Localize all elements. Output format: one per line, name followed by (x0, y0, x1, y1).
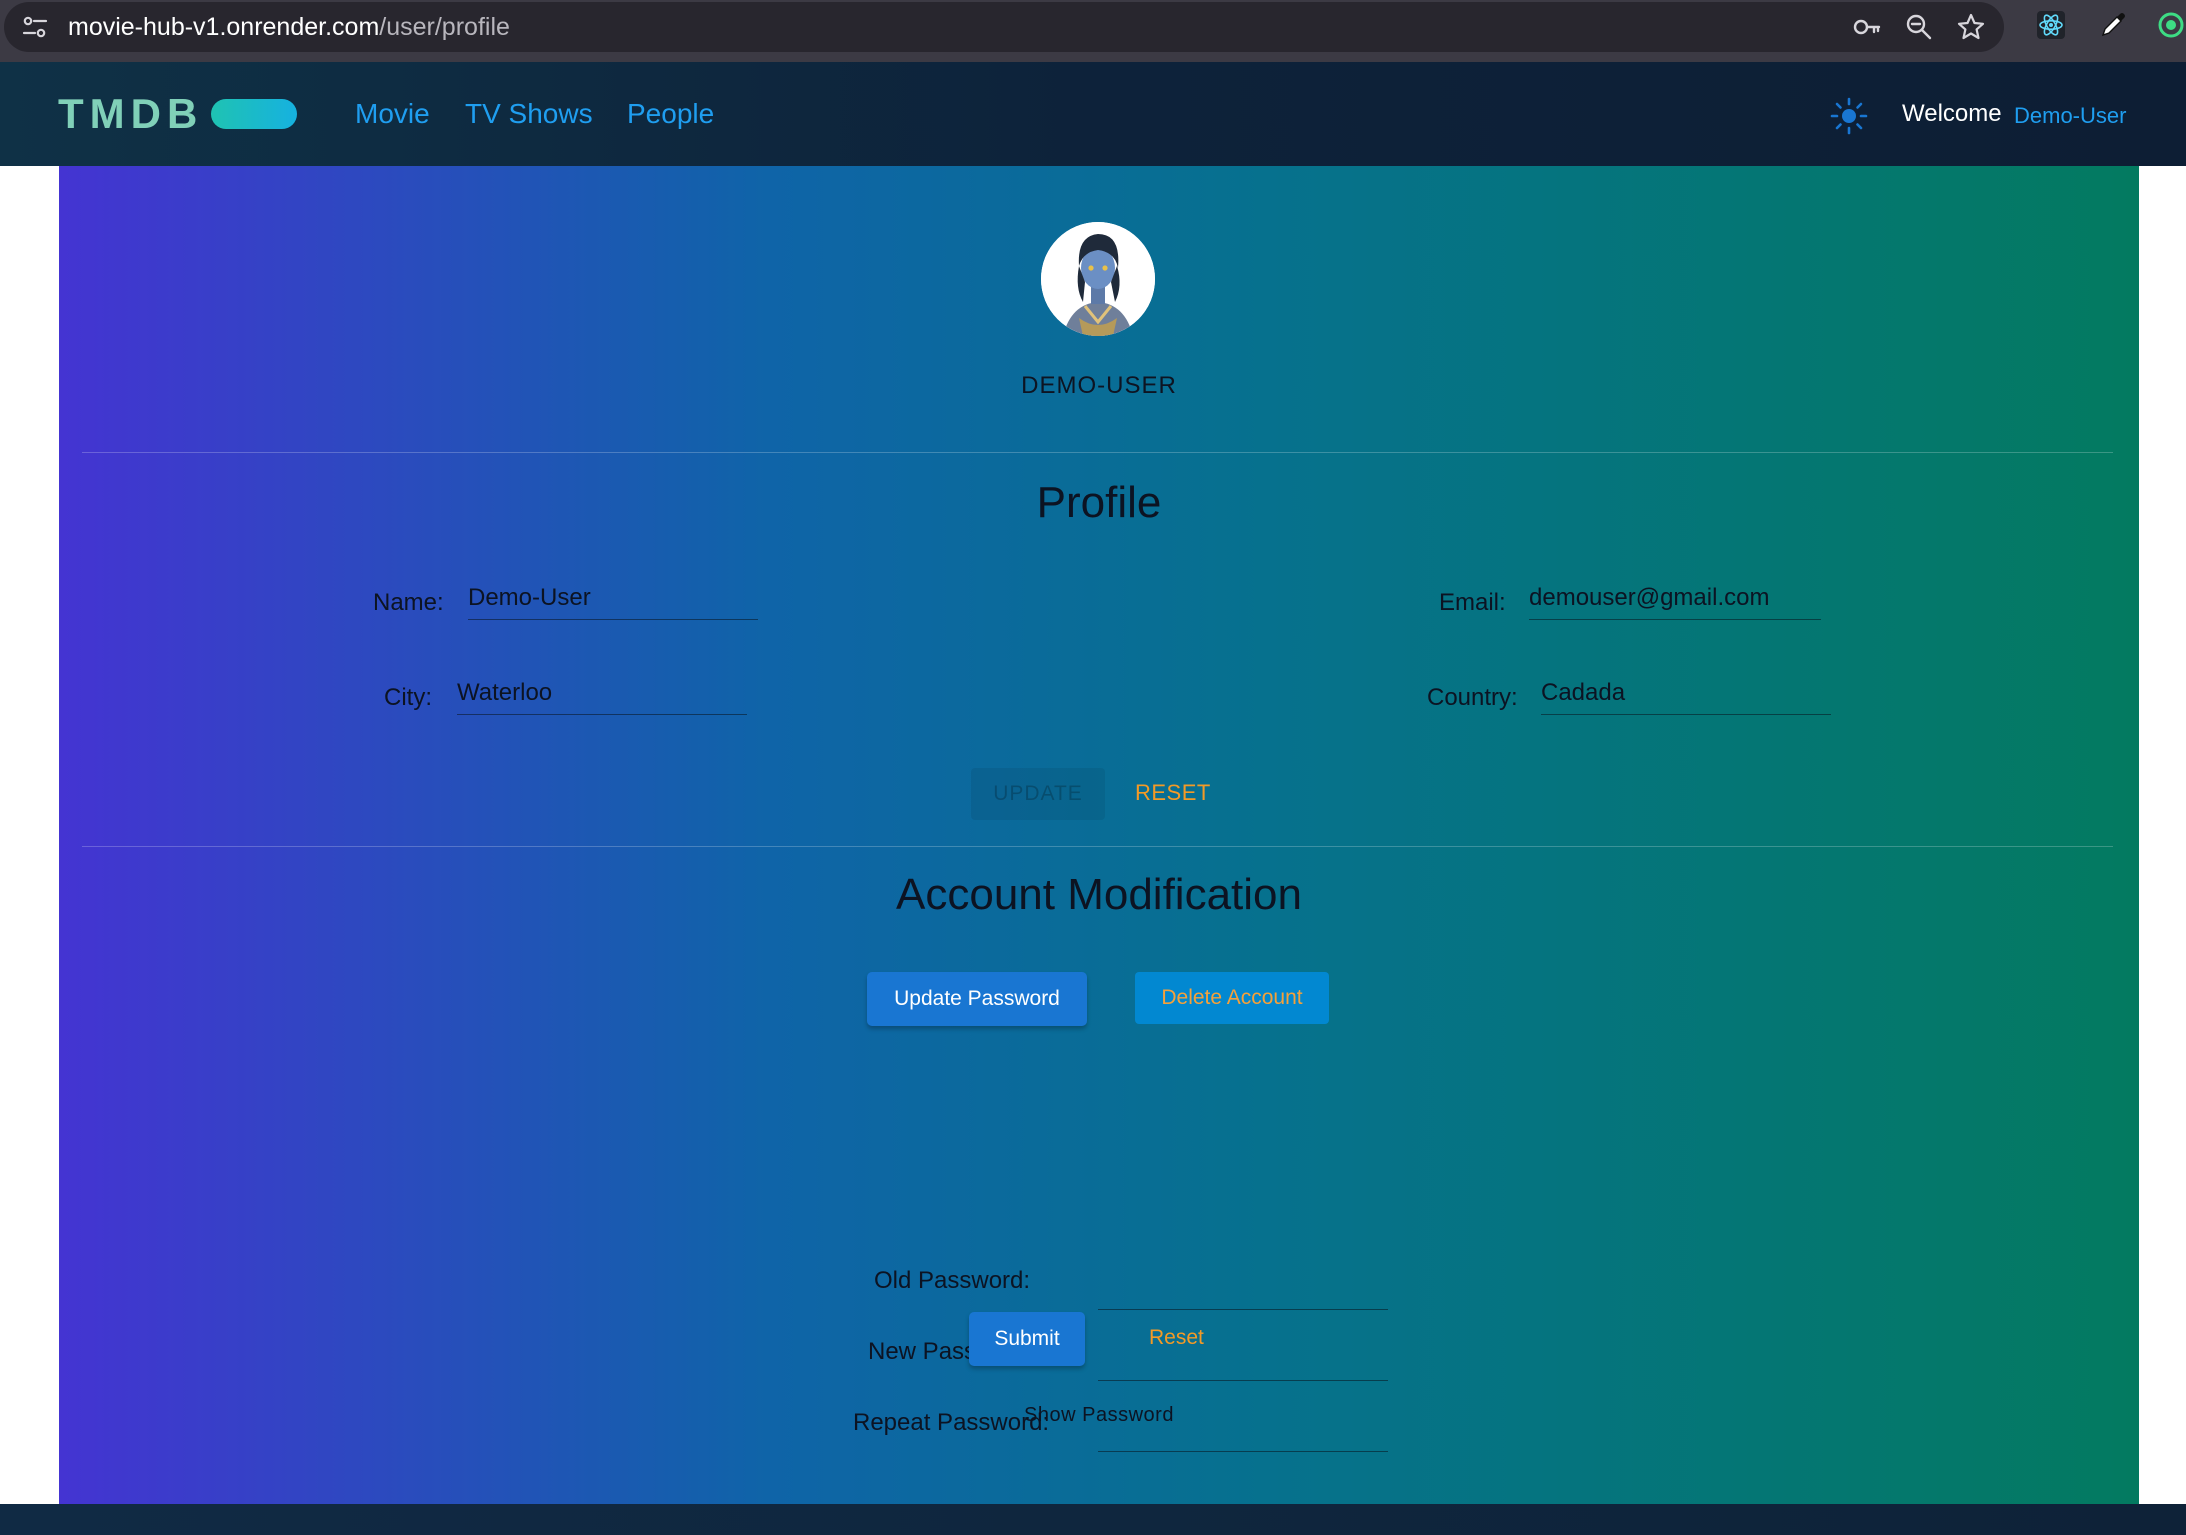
url-host: movie-hub-v1.onrender.com (68, 13, 380, 41)
name-input[interactable] (468, 576, 758, 620)
country-label: Country: (1427, 684, 1518, 711)
react-devtools-icon[interactable] (2034, 10, 2068, 40)
bookmark-star-icon[interactable] (1954, 12, 1988, 42)
app-navbar: TMDB Movie TV Shows People Welcome Demo-… (0, 62, 2186, 166)
show-password-toggle[interactable]: Show Password (59, 1404, 2139, 1427)
user-avatar (1041, 222, 1155, 336)
profile-username: DEMO-USER (1021, 372, 1177, 399)
zoom-icon[interactable] (1902, 12, 1936, 42)
country-input[interactable] (1541, 671, 1831, 715)
city-label: City: (384, 684, 432, 711)
profile-section-title: Profile (1036, 478, 1162, 527)
welcome-label: Welcome (1902, 100, 2002, 127)
site-info-icon[interactable] (20, 13, 50, 41)
city-input[interactable] (457, 671, 747, 715)
tmdb-logo[interactable]: TMDB (58, 90, 298, 138)
delete-account-button[interactable]: Delete Account (1135, 972, 1329, 1024)
nav-link-tv-shows[interactable]: TV Shows (465, 97, 593, 131)
logo-text: TMDB (58, 90, 204, 137)
url-text[interactable]: movie-hub-v1.onrender.com/user/profile (68, 13, 510, 41)
url-path: /user/profile (379, 13, 510, 41)
sun-icon[interactable] (1830, 97, 1868, 135)
submit-password-button[interactable]: Submit (969, 1312, 1085, 1366)
page-footer (0, 1504, 2186, 1535)
reset-profile-button[interactable]: RESET (1135, 780, 1211, 806)
section-divider (82, 452, 2113, 453)
nav-link-people[interactable]: People (627, 97, 714, 131)
welcome-username-link[interactable]: Demo-User (2014, 102, 2126, 130)
extension-icon[interactable] (2154, 10, 2186, 40)
old-password-input[interactable] (1098, 1266, 1388, 1310)
nav-link-movie[interactable]: Movie (355, 97, 430, 131)
update-password-button[interactable]: Update Password (867, 972, 1087, 1026)
name-label: Name: (373, 589, 444, 616)
new-password-input[interactable] (1098, 1337, 1388, 1381)
old-password-label: Old Password: (874, 1267, 1031, 1294)
update-profile-button[interactable]: UPDATE (971, 768, 1105, 820)
browser-toolbar: movie-hub-v1.onrender.com/user/profile (0, 0, 2186, 62)
account-section-title: Account Modification (896, 870, 1302, 919)
eyedropper-icon[interactable] (2096, 10, 2130, 40)
logo-pill-shape (211, 99, 298, 129)
email-input[interactable] (1529, 576, 1821, 620)
section-divider (82, 846, 2113, 847)
email-label: Email: (1439, 589, 1506, 616)
address-bar[interactable]: movie-hub-v1.onrender.com/user/profile (4, 2, 2004, 52)
reset-password-form-button[interactable]: Reset (1149, 1326, 1204, 1350)
profile-page-panel: DEMO-USER Profile Name: Email: City: Cou… (59, 166, 2139, 1504)
key-icon[interactable] (1850, 12, 1884, 42)
